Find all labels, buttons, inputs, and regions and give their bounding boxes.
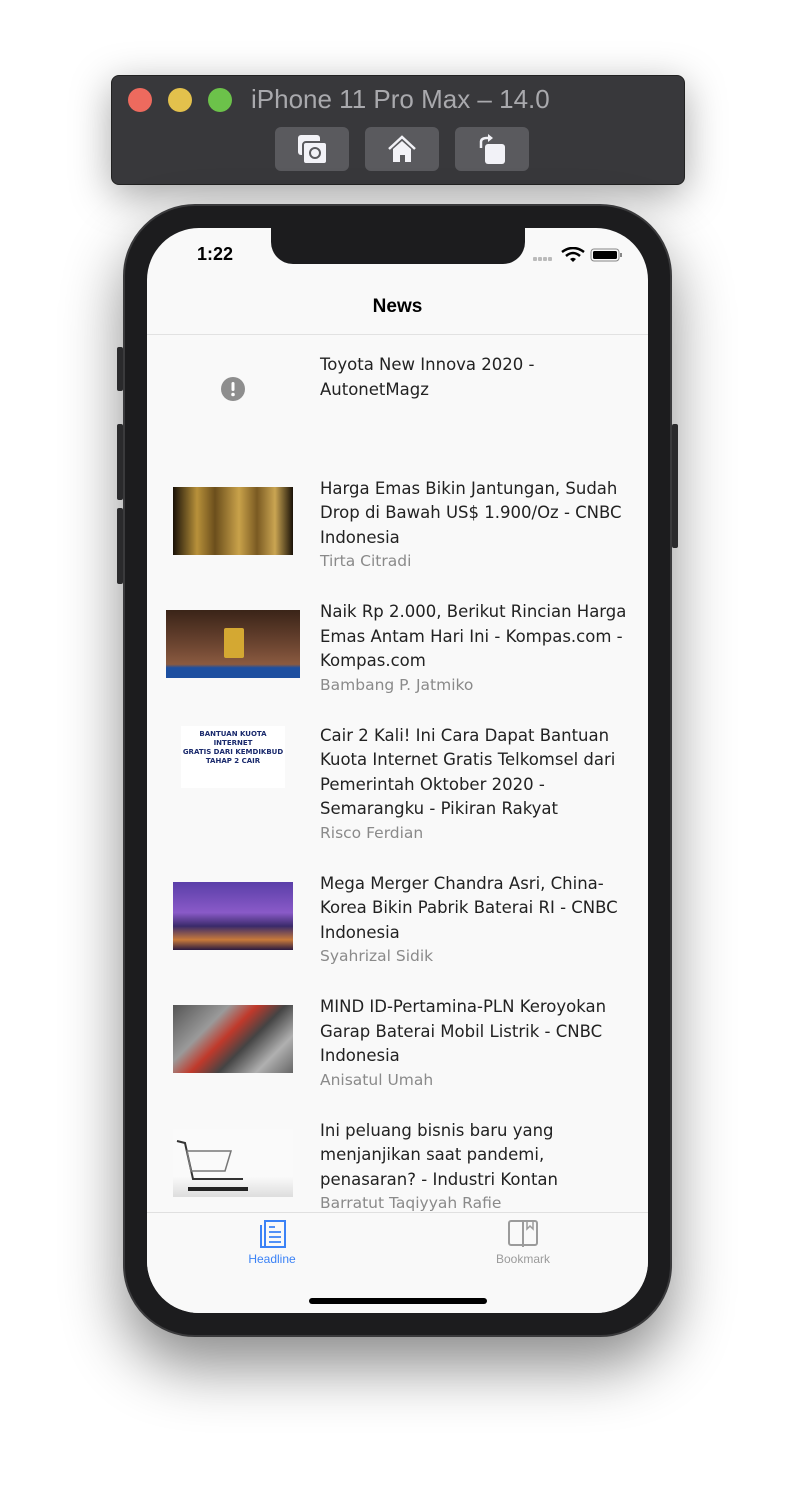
mute-switch (117, 347, 123, 391)
news-author: Risco Ferdian (320, 823, 424, 842)
rotate-button[interactable] (455, 127, 529, 171)
simulator-window-bar: iPhone 11 Pro Max – 14.0 (111, 75, 685, 185)
news-author: Barratut Taqiyyah Rafie (320, 1194, 502, 1212)
volume-up-button (117, 424, 123, 500)
tab-label: Headline (248, 1252, 296, 1266)
news-thumbnail (166, 610, 300, 678)
error-icon (221, 377, 245, 401)
cellular-icon (533, 257, 552, 261)
news-row[interactable]: Toyota New Innova 2020 - AutonetMagz (147, 335, 648, 459)
book-bookmark-icon (508, 1220, 538, 1247)
news-author: Syahrizal Sidik (320, 947, 434, 965)
screenshot-button[interactable] (275, 127, 349, 171)
battery-icon (590, 248, 622, 262)
newspaper-icon (260, 1220, 286, 1248)
news-title: Harga Emas Bikin Jantungan, Sudah Drop d… (320, 478, 622, 547)
home-icon (388, 135, 416, 162)
news-title: Ini peluang bisnis baru yang menjanjikan… (320, 1120, 558, 1189)
news-title: MIND ID-Pertamina-PLN Keroyokan Garap Ba… (320, 997, 607, 1065)
screenshot-icon (298, 135, 328, 165)
news-thumbnail (173, 1128, 293, 1197)
news-row[interactable]: Naik Rp 2.000, Berikut Rincian Harga Ema… (147, 582, 648, 706)
news-row[interactable]: Mega Merger Chandra Asri, China-Korea Bi… (147, 854, 648, 978)
rotate-icon (479, 134, 505, 164)
news-title: Toyota New Innova 2020 - AutonetMagz (320, 355, 535, 399)
news-row[interactable]: Harga Emas Bikin Jantungan, Sudah Drop d… (147, 459, 648, 583)
news-thumbnail (173, 1005, 293, 1073)
tab-headline[interactable]: Headline (212, 1219, 332, 1266)
status-time: 1:22 (197, 244, 234, 264)
news-title: Cair 2 Kali! Ini Cara Dapat Bantuan Kuot… (320, 725, 616, 819)
tab-label: Bookmark (495, 1252, 551, 1266)
news-thumbnail: BANTUAN KUOTA INTERNET GRATIS DARI KEMDIK… (181, 725, 285, 788)
news-thumbnail (173, 486, 293, 555)
news-author: Bambang P. Jatmiko (320, 675, 474, 694)
wifi-icon (561, 247, 585, 262)
news-row[interactable]: BANTUAN KUOTA INTERNET GRATIS DARI KEMDIK… (147, 706, 648, 854)
home-button[interactable] (365, 127, 439, 171)
news-title: Naik Rp 2.000, Berikut Rincian Harga Ema… (320, 602, 627, 670)
news-title: Mega Merger Chandra Asri, China-Korea Bi… (320, 873, 618, 942)
news-row[interactable]: MIND ID-Pertamina-PLN Keroyokan Garap Ba… (147, 977, 648, 1101)
news-list[interactable]: Toyota New Innova 2020 - AutonetMagz Har… (147, 335, 648, 1224)
minimize-button[interactable] (168, 88, 192, 112)
home-indicator[interactable] (309, 1298, 487, 1304)
zoom-button[interactable] (208, 88, 232, 112)
nav-bar-title: News (147, 264, 648, 335)
app-screen: 1:22 News Toyota New Innova 2020 - Auton… (147, 228, 648, 1313)
notch (271, 228, 525, 264)
news-author: Anisatul Umah (320, 1070, 434, 1089)
volume-down-button (117, 508, 123, 584)
status-icons (533, 247, 622, 262)
close-button[interactable] (128, 88, 152, 112)
side-button (672, 424, 678, 548)
news-author: Tirta Citradi (320, 552, 412, 570)
tab-bookmark[interactable]: Bookmark (463, 1219, 583, 1266)
window-title: iPhone 11 Pro Max – 14.0 (251, 84, 550, 114)
news-thumbnail (173, 881, 293, 950)
news-row[interactable]: Ini peluang bisnis baru yang menjanjikan… (147, 1101, 648, 1225)
